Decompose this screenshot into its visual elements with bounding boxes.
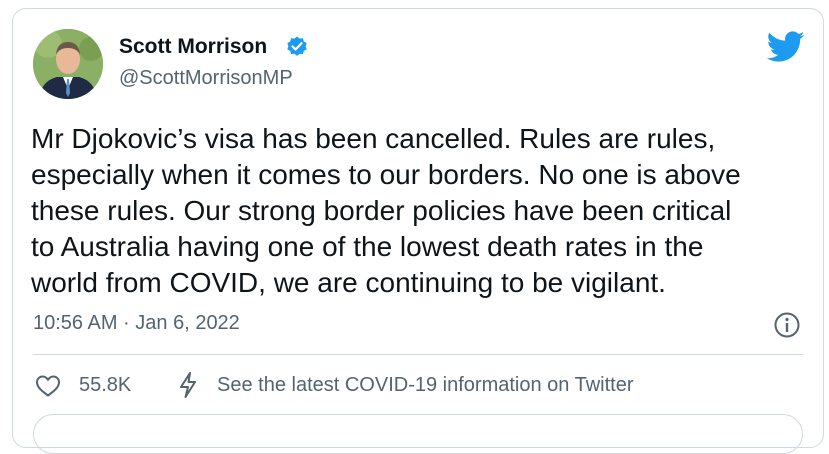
covid-info-link[interactable]: See the latest COVID-19 information on T… [217,374,634,397]
like-count[interactable]: 55.8K [79,374,131,397]
tweet-card: Scott Morrison @ScottMorrisonMP Mr Djoko… [12,8,824,454]
tweet-text-line: world from COVID, we are continuing to b… [31,267,666,298]
verified-badge-icon [287,36,307,56]
author-name[interactable]: Scott Morrison [119,35,267,59]
person-avatar-icon [33,29,103,99]
tweet-text-line: to Australia having one of the lowest de… [31,231,704,262]
tweet-text-line: these rules. Our strong border policies … [31,195,732,226]
info-icon[interactable] [773,311,801,339]
tweet-timestamp[interactable]: 10:56 AM · Jan 6, 2022 [33,312,240,335]
tweet-text-line: especially when it comes to our borders.… [31,159,741,190]
twitter-bird-icon[interactable] [767,31,805,63]
tweet-text-line: Mr Djokovic’s visa has been cancelled. R… [31,123,716,154]
heart-icon[interactable] [35,374,61,398]
author-handle[interactable]: @ScottMorrisonMP [119,67,293,90]
tweet-text: Mr Djokovic’s visa has been cancelled. R… [31,121,816,301]
avatar[interactable] [33,29,103,99]
lightning-bolt-icon[interactable] [177,371,199,399]
divider [33,354,803,355]
reply-box[interactable] [33,414,803,454]
